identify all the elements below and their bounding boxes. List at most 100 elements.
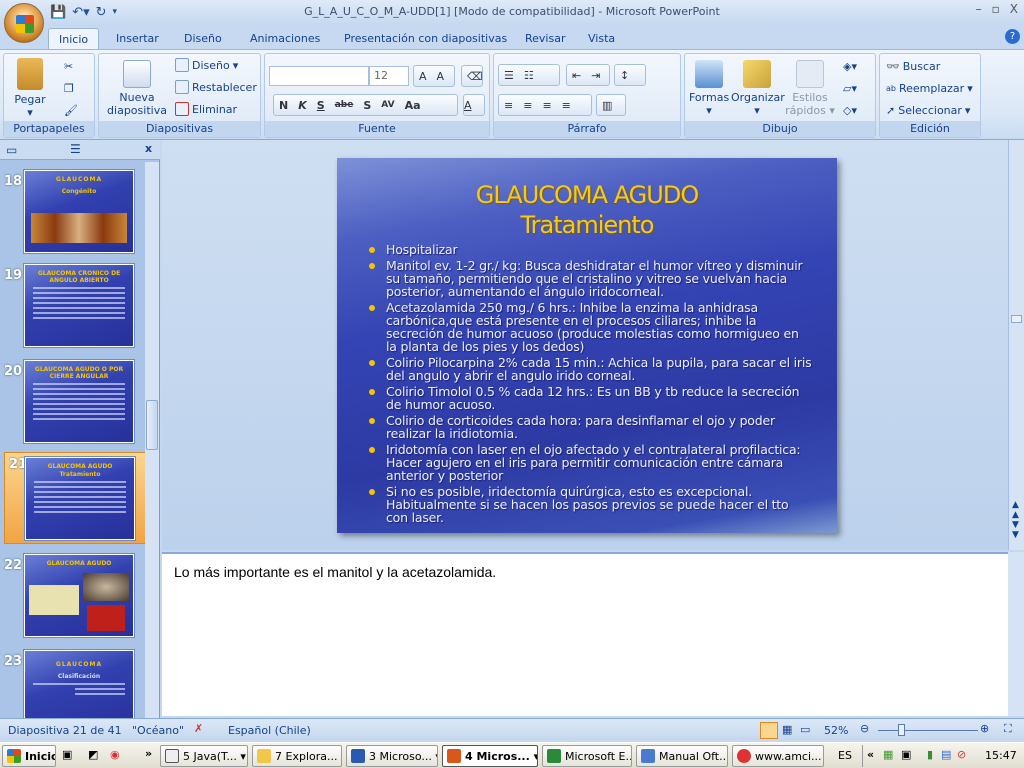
prev-next-slide-icons[interactable]: ▲ ▲ ▼ ▼ <box>1012 500 1019 540</box>
taskbar-item-excel[interactable]: Microsoft E... <box>542 745 632 767</box>
taskbar-item-manual[interactable]: Manual Oft... <box>636 745 728 767</box>
outline-tab-icon[interactable]: ☰ <box>70 142 81 156</box>
quick-styles-button[interactable]: Estilos rápidos ▾ <box>785 60 835 117</box>
shadow-button[interactable]: S <box>358 99 376 112</box>
close-pane-icon[interactable]: x <box>145 142 152 155</box>
list-buttons[interactable]: ☰ ☷ <box>498 64 560 86</box>
font-size-select[interactable]: 12 <box>369 66 409 86</box>
columns-button[interactable]: ▥ <box>596 94 626 116</box>
spacing-button[interactable]: AV <box>376 100 399 110</box>
select-button[interactable]: ➚ Seleccionar ▾ <box>886 104 970 117</box>
quick-launch-app-icon[interactable]: ◩ <box>88 748 98 761</box>
zoom-out-icon[interactable]: ⊖ <box>860 722 869 735</box>
shape-effects-icon[interactable]: ◇▾ <box>843 104 857 117</box>
slide-bullets[interactable]: Hospitalizar Manitol ev. 1-2 gr./ kg: Bu… <box>369 243 813 527</box>
minimize-button[interactable]: – <box>976 2 982 16</box>
quick-launch-more-icon[interactable]: » <box>145 747 152 760</box>
taskbar: Inicio ▣ ◩ ◉ » 5 Java(T... ▾ 7 Explora..… <box>0 742 1024 768</box>
zoom-level[interactable]: 52% <box>824 724 848 737</box>
zoom-in-icon[interactable]: ⊕ <box>980 722 989 735</box>
new-slide-button[interactable]: Nueva diapositiva ▾ <box>103 60 171 130</box>
shape-outline-icon[interactable]: ▱▾ <box>843 82 857 95</box>
slide-thumbnail-21[interactable]: 21 GLAUCOMA AGUDO Tratamiento <box>4 452 148 544</box>
slide-thumbnail-22[interactable]: 22 GLAUCOMA AGUDO <box>0 553 144 646</box>
slide-thumbnail-20[interactable]: 20 GLAUCOMA AGUDO O POR CIERRE ANGULAR <box>0 359 144 452</box>
taskbar-item-powerpoint[interactable]: 4 Micros... ▾ <box>442 745 538 767</box>
notes-pane[interactable]: Lo más importante es el manitol y la ace… <box>162 552 1008 716</box>
scroll-thumb[interactable] <box>1011 315 1022 323</box>
tab-diseno[interactable]: Diseño <box>174 28 232 50</box>
grow-shrink-font-buttons[interactable]: AA <box>413 65 455 87</box>
find-button[interactable]: 👓 Buscar <box>886 60 940 73</box>
underline-button[interactable]: S <box>312 99 330 112</box>
language[interactable]: Español (Chile) <box>228 724 311 737</box>
font-color-button[interactable]: A <box>463 94 485 116</box>
start-button[interactable]: Inicio <box>2 745 56 767</box>
slides-tab-icon[interactable]: ▭ <box>6 143 17 157</box>
zoom-slider-thumb[interactable] <box>898 724 905 736</box>
layout-button[interactable]: Diseño ▾ <box>175 58 238 72</box>
shape-fill-icon[interactable]: ◈▾ <box>843 60 857 73</box>
slideshow-icon[interactable]: ▭ <box>800 723 810 736</box>
arrange-button[interactable]: Organizar ▾ <box>731 60 785 117</box>
tray-network-icon[interactable]: ▤ <box>941 748 951 761</box>
change-case-button[interactable]: Aa <box>400 99 426 112</box>
tab-vista[interactable]: Vista <box>578 28 625 50</box>
slide-thumbnail-18[interactable]: 18 GLAUCOMA Congénito <box>0 169 144 262</box>
font-name-select[interactable] <box>269 66 369 86</box>
reset-button[interactable]: Restablecer <box>175 80 257 94</box>
tab-insertar[interactable]: Insertar <box>106 28 169 50</box>
numbering-icon[interactable]: ☷ <box>519 69 539 82</box>
cut-icon[interactable]: ✂ <box>64 60 73 73</box>
italic-button[interactable]: K <box>293 99 312 112</box>
paste-button[interactable]: Pegar ▾ <box>10 58 50 119</box>
line-spacing-button[interactable]: ↕ <box>614 64 646 86</box>
shapes-button[interactable]: Formas ▾ <box>689 60 729 117</box>
slide-scrollbar[interactable]: ▲ ▲ ▼ ▼ <box>1008 140 1024 550</box>
help-icon[interactable]: ? <box>1005 29 1020 44</box>
tab-presentacion[interactable]: Presentación con diapositivas <box>334 28 517 50</box>
tab-inicio[interactable]: Inicio <box>48 28 100 50</box>
quick-launch-desktop-icon[interactable]: ▣ <box>62 748 72 761</box>
replace-button[interactable]: ab Reemplazar ▾ <box>886 82 973 95</box>
copy-icon[interactable]: ❐ <box>64 82 74 95</box>
group-diapositivas: Nueva diapositiva ▾ Diseño▾ Restablecer … <box>98 53 261 138</box>
office-button[interactable] <box>4 3 44 43</box>
tray-app-icon[interactable]: ▦ <box>883 748 893 761</box>
close-button[interactable]: X <box>1010 2 1018 16</box>
tray-expand-icon[interactable]: « <box>867 748 874 761</box>
tab-revisar[interactable]: Revisar <box>515 28 575 50</box>
tray-monitor-icon[interactable]: ▣ <box>901 748 911 761</box>
taskbar-item-word[interactable]: 3 Microso... ▾ <box>346 745 438 767</box>
taskbar-item-explorer[interactable]: 7 Explora... ▾ <box>252 745 342 767</box>
align-buttons[interactable]: ≡ ≡ ≡ ≡ <box>498 94 592 116</box>
clear-format-icon[interactable]: ⌫ <box>461 65 483 87</box>
chrome-icon[interactable]: ◉ <box>110 748 120 761</box>
delete-slide-button[interactable]: Eliminar <box>175 102 237 116</box>
tray-battery-icon[interactable]: ▮ <box>927 748 933 761</box>
language-indicator[interactable]: ES <box>838 749 852 762</box>
strikethrough-button[interactable]: abe <box>330 100 359 110</box>
taskbar-item-browser[interactable]: www.amci... <box>732 745 824 767</box>
tab-animaciones[interactable]: Animaciones <box>240 28 330 50</box>
paste-icon <box>17 58 43 90</box>
notes-scrollbar[interactable] <box>1008 552 1024 716</box>
tray-volume-muted-icon[interactable]: ⊘ <box>957 748 966 761</box>
scroll-thumb[interactable] <box>146 400 158 450</box>
bullets-icon[interactable]: ☰ <box>499 69 519 82</box>
indent-buttons[interactable]: ⇤ ⇥ <box>566 64 610 86</box>
slides-pane-scrollbar[interactable] <box>145 162 159 718</box>
slide-title[interactable]: GLAUCOMA AGUDO Tratamiento <box>337 180 837 240</box>
spellcheck-icon[interactable]: ✗ <box>194 722 203 735</box>
zoom-slider[interactable] <box>878 730 978 731</box>
slide-canvas[interactable]: GLAUCOMA AGUDO Tratamiento Hospitalizar M… <box>337 158 837 533</box>
bold-button[interactable]: N <box>274 99 293 112</box>
normal-view-icon[interactable] <box>760 722 778 739</box>
bullet-item: Colirio Pilocarpina 2% cada 15 min.: Ach… <box>369 356 813 382</box>
fit-window-icon[interactable]: ⛶ <box>1004 722 1012 736</box>
restore-button[interactable]: ▫ <box>992 2 1000 16</box>
taskbar-item-java[interactable]: 5 Java(T... ▾ <box>160 745 248 767</box>
slide-thumbnail-19[interactable]: 19 GLAUCOMA CRONICO DE ANGULO ABIERTO <box>0 263 144 356</box>
slide-sorter-icon[interactable]: ▦ <box>782 723 792 736</box>
format-painter-icon[interactable]: 🖌 <box>64 104 78 117</box>
